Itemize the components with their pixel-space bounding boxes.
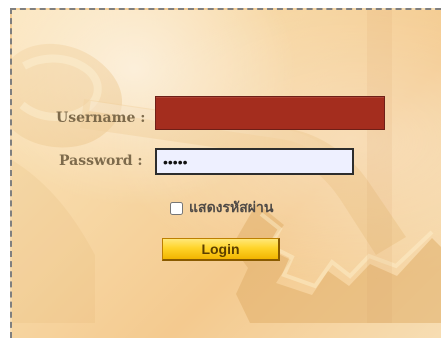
login-panel: Username : Password : แสดงรหัสผ่าน Login bbox=[10, 8, 441, 338]
soft-vertical-shadow bbox=[367, 10, 392, 323]
key-bow-shape bbox=[12, 43, 123, 148]
password-input[interactable] bbox=[155, 148, 354, 175]
key-teeth-shape bbox=[232, 203, 441, 323]
soft-left-shadow bbox=[12, 160, 95, 323]
show-password-option[interactable]: แสดงรหัสผ่าน bbox=[170, 197, 273, 219]
key-bow-highlight bbox=[19, 54, 102, 122]
login-button[interactable]: Login bbox=[162, 238, 280, 261]
key-teeth-highlight bbox=[259, 212, 434, 289]
username-label: Username : bbox=[56, 110, 146, 126]
username-input[interactable] bbox=[155, 96, 385, 130]
show-password-checkbox[interactable] bbox=[170, 201, 183, 215]
password-label: Password : bbox=[59, 153, 143, 169]
show-password-label: แสดงรหัสผ่าน bbox=[189, 200, 274, 216]
